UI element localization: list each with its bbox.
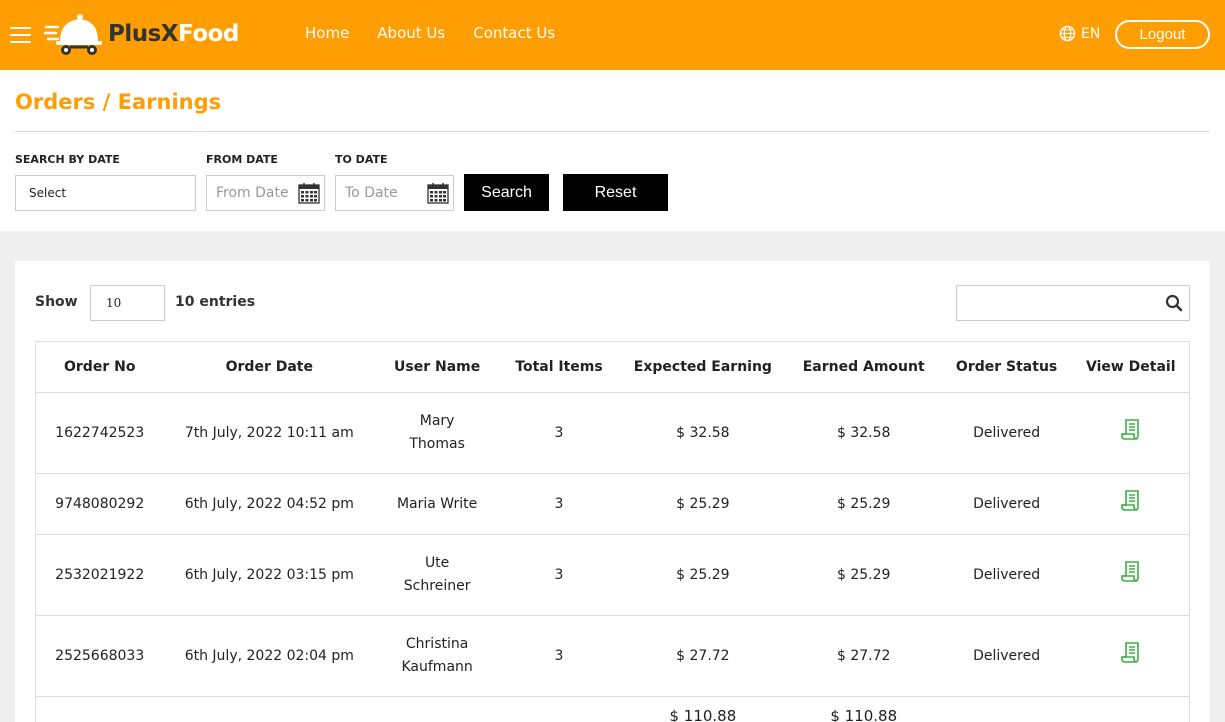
search-by-date-label: SEARCH BY DATE [15,153,120,166]
user-name-line2: Thomas [409,436,465,452]
order-status-cell: Delivered [940,615,1073,697]
to-date-placeholder: To Date [345,185,398,201]
earned-amount-cell: $ 27.72 [786,615,941,697]
logout-button[interactable]: Logout [1115,20,1210,49]
nav-contact-link[interactable]: Contact Us [473,24,555,42]
order-date-cell: 6th July, 2022 02:04 pm [163,615,376,697]
earned-amount-cell: $ 32.58 [786,392,941,474]
to-date-label: TO DATE [335,153,388,166]
nav-home-link[interactable]: Home [305,24,349,42]
column-header-user-name[interactable]: User Name [375,341,500,393]
globe-icon [1059,25,1076,42]
brand-name-part1: PlusX [108,21,179,47]
menu-toggle-icon[interactable] [10,27,31,43]
user-name-cell: Mary Thomas [375,392,500,474]
user-name-cell: Christina Kaufmann [375,615,500,697]
table-row: 9748080292 6th July, 2022 04:52 pm Maria… [35,473,1190,535]
from-date-input[interactable]: From Date [206,175,325,211]
column-header-expected-earning[interactable]: Expected Earning [618,341,787,393]
user-name-line2: Kaufmann [401,659,473,675]
order-status-cell: Delivered [940,534,1073,616]
search-by-date-value: Select [29,186,67,200]
orders-table-card: Show 10 10 entries Order No Order Date U… [15,261,1210,722]
column-header-order-date[interactable]: Order Date [163,341,376,393]
page-title: Orders / Earnings [15,90,222,114]
expected-earning-cell: $ 25.29 [618,534,787,616]
to-date-input[interactable]: To Date [335,175,454,211]
total-items-cell: 3 [499,392,619,474]
user-name-line2: Schreiner [403,578,471,594]
order-date-cell: 6th July, 2022 04:52 pm [163,473,376,535]
column-header-view-detail: View Detail [1072,341,1190,393]
table-header-row: Order No Order Date User Name Total Item… [35,341,1190,393]
table-row: 2525668033 6th July, 2022 02:04 pm Chris… [35,615,1190,697]
total-items-cell: 3 [499,615,619,697]
column-header-order-no[interactable]: Order No [35,341,164,393]
view-detail-cell [1072,534,1190,616]
order-no-cell: 9748080292 [35,473,164,535]
show-label: Show [35,294,78,310]
calendar-icon[interactable] [298,182,320,204]
main-nav: Home About Us Contact Us [305,24,555,42]
food-delivery-cloche-icon [44,14,102,55]
order-no-cell: 2532021922 [35,534,164,616]
view-detail-cell [1072,392,1190,474]
entries-select[interactable]: 10 [90,285,165,321]
order-status-cell: Delivered [940,392,1073,474]
calendar-icon[interactable] [427,182,449,204]
table-search-input[interactable] [956,285,1190,321]
column-header-order-status[interactable]: Order Status [940,341,1073,393]
language-label: EN [1081,25,1101,42]
total-items-cell: 3 [499,534,619,616]
filter-panel: Orders / Earnings SEARCH BY DATE Select … [0,70,1225,231]
search-button[interactable]: Search [464,174,549,211]
totals-row: $ 110.88 $ 110.88 [35,696,1190,722]
receipt-icon[interactable] [1120,418,1141,440]
view-detail-cell [1072,615,1190,697]
total-expected-earning: $ 110.88 [618,696,787,722]
receipt-icon[interactable] [1120,489,1141,511]
user-name-cell: Maria Write [375,473,500,535]
user-name-cell: Ute Schreiner [375,534,500,616]
from-date-placeholder: From Date [216,185,289,201]
brand-name: PlusXFood [108,21,239,47]
order-no-cell: 1622742523 [35,392,164,474]
column-header-earned-amount[interactable]: Earned Amount [786,341,941,393]
entries-label: 10 entries [175,294,256,310]
brand-name-part2: Food [178,21,239,47]
column-header-total-items[interactable]: Total Items [499,341,619,393]
receipt-icon[interactable] [1120,560,1141,582]
from-date-label: FROM DATE [206,153,278,166]
table-row: 2532021922 6th July, 2022 03:15 pm Ute Sc… [35,534,1190,616]
view-detail-cell [1072,473,1190,535]
receipt-icon[interactable] [1120,641,1141,663]
table-row: 1622742523 7th July, 2022 10:11 am Mary T… [35,392,1190,474]
total-earned-amount: $ 110.88 [786,696,941,722]
language-selector[interactable]: EN [1059,25,1100,42]
user-name-line1: Christina [405,636,469,652]
order-date-cell: 6th July, 2022 03:15 pm [163,534,376,616]
order-date-cell: 7th July, 2022 10:11 am [163,392,376,474]
search-by-date-select[interactable]: Select [15,175,196,211]
user-name-line1: Ute [424,555,450,571]
order-status-cell: Delivered [940,473,1073,535]
earned-amount-cell: $ 25.29 [786,534,941,616]
reset-button[interactable]: Reset [563,174,668,211]
top-navbar: PlusXFood Home About Us Contact Us EN Lo… [0,0,1225,70]
brand-logo[interactable]: PlusXFood [44,10,239,58]
expected-earning-cell: $ 25.29 [618,473,787,535]
order-no-cell: 2525668033 [35,615,164,697]
orders-table: Order No Order Date User Name Total Item… [35,341,1190,722]
user-name-line1: Mary [419,413,455,429]
expected-earning-cell: $ 32.58 [618,392,787,474]
expected-earning-cell: $ 27.72 [618,615,787,697]
earned-amount-cell: $ 25.29 [786,473,941,535]
nav-about-link[interactable]: About Us [377,24,445,42]
search-icon[interactable] [1165,294,1183,312]
total-items-cell: 3 [499,473,619,535]
title-divider [15,131,1210,132]
